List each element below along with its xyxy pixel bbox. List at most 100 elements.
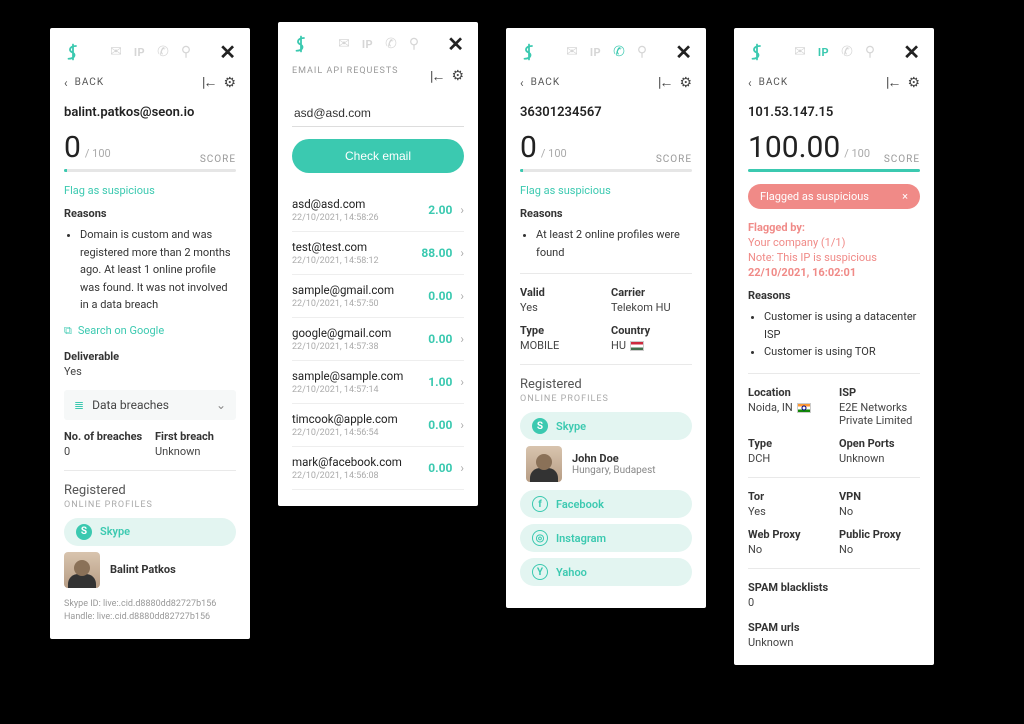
list-item-score: 2.00 [428,203,452,217]
person-name: John Doe [572,452,656,465]
ip-tab[interactable]: IP [818,47,829,58]
reasons-heading: Reasons [520,207,692,220]
list-item-email: sample@sample.com [292,369,403,383]
profile-skype[interactable]: SSkype [64,518,236,546]
location-icon[interactable]: ⚲ [409,37,419,51]
back-button[interactable]: ‹BACK [64,76,104,90]
webproxy-value: No [748,543,829,556]
gear-icon[interactable]: ⚙ [679,75,692,91]
chevron-right-icon: › [460,332,464,346]
profile-skype[interactable]: SSkype [520,412,692,440]
profile-yahoo[interactable]: YYahoo [520,558,692,586]
mail-icon[interactable]: ✉ [566,45,578,59]
profile-facebook[interactable]: fFacebook [520,490,692,518]
gear-icon[interactable]: ⚙ [907,75,920,91]
topbar: ✉ IP ✆ ⚲ ✕ [64,40,236,64]
ip-tab[interactable]: IP [134,47,145,58]
subject-email: balint.patkos@seon.io [64,105,236,120]
chevron-left-icon: ‹ [748,76,753,90]
chevron-down-icon: ⌄ [216,398,226,412]
subject-ip: 101.53.147.15 [748,105,920,120]
reason-item: At least 2 online profiles were found [536,226,692,261]
flag-suspicious-link[interactable]: Flag as suspicious [520,184,692,197]
list-item[interactable]: timcook@apple.com22/10/2021, 14:56:540.0… [292,404,464,447]
yahoo-icon: Y [532,564,548,580]
list-item-score: 0.00 [428,332,452,346]
list-item[interactable]: mark@facebook.com22/10/2021, 14:56:080.0… [292,447,464,490]
list-item[interactable]: sample@sample.com22/10/2021, 14:57:141.0… [292,361,464,404]
collapse-icon[interactable]: |← [886,74,899,91]
list-item[interactable]: test@test.com22/10/2021, 14:58:1288.00› [292,232,464,275]
flag-suspicious-link[interactable]: Flag as suspicious [64,184,236,197]
score-value: 100.00 [748,130,840,165]
list-item-timestamp: 22/10/2021, 14:57:38 [292,342,391,352]
list-item-timestamp: 22/10/2021, 14:57:14 [292,385,403,395]
type-value: MOBILE [520,339,601,352]
skype-icon: S [532,418,548,434]
list-item[interactable]: asd@asd.com22/10/2021, 14:58:262.00› [292,189,464,232]
no-breaches-value: 0 [64,445,145,458]
location-icon[interactable]: ⚲ [865,45,875,59]
search-google-link[interactable]: ⧉Search on Google [64,324,236,338]
ip-tab[interactable]: IP [362,39,373,50]
collapse-icon[interactable]: |← [202,74,215,91]
flagged-details: Flagged by: Your company (1/1) Note: Thi… [748,221,920,279]
phone-icon[interactable]: ✆ [157,45,169,59]
list-item-timestamp: 22/10/2021, 14:58:26 [292,213,379,223]
phone-icon[interactable]: ✆ [385,37,397,51]
phone-icon[interactable]: ✆ [613,45,625,59]
gear-icon[interactable]: ⚙ [223,75,236,91]
close-icon[interactable]: ✕ [219,40,236,64]
list-item-score: 88.00 [421,246,452,260]
mail-icon[interactable]: ✉ [338,37,350,51]
location-icon[interactable]: ⚲ [181,45,191,59]
close-icon[interactable]: ✕ [447,32,464,56]
chevron-left-icon: ‹ [520,76,525,90]
skype-icon: S [76,524,92,540]
gear-icon[interactable]: ⚙ [451,68,464,84]
list-item-score: 0.00 [428,289,452,303]
isp-value: E2E Networks Private Limited [839,401,920,427]
ip-tab[interactable]: IP [590,47,601,58]
spam-urls-label: SPAM urls [748,621,920,634]
carrier-value: Telekom HU [611,301,692,314]
list-item[interactable]: sample@gmail.com22/10/2021, 14:57:500.00… [292,275,464,318]
list-item[interactable]: google@gmail.com22/10/2021, 14:57:380.00… [292,318,464,361]
logo-icon [64,43,82,61]
close-icon[interactable]: ✕ [675,40,692,64]
pubproxy-value: No [839,543,920,556]
back-button[interactable]: ‹BACK [748,76,788,90]
type-value: DCH [748,452,829,465]
list-item-email: timcook@apple.com [292,412,398,426]
location-icon[interactable]: ⚲ [637,45,647,59]
email-input[interactable] [292,100,464,127]
tor-value: Yes [748,505,829,518]
tor-label: Tor [748,490,829,503]
mail-icon[interactable]: ✉ [110,45,122,59]
person-name: Balint Patkos [110,563,176,576]
panel-ip-detail: ✉ IP ✆ ⚲ ✕ ‹BACK |← ⚙ 101.53.147.15 100.0… [734,28,934,665]
back-button[interactable]: ‹BACK [520,76,560,90]
reasons-list: Domain is custom and was registered more… [64,226,236,314]
phone-icon[interactable]: ✆ [841,45,853,59]
data-breaches-toggle[interactable]: ≣Data breaches ⌄ [64,390,236,420]
mail-icon[interactable]: ✉ [794,45,806,59]
list-item-score: 0.00 [428,418,452,432]
facebook-icon: f [532,496,548,512]
registered-heading: Registered [520,377,692,392]
country-label: Country [611,324,692,337]
dismiss-banner-icon[interactable]: × [902,190,908,203]
close-icon[interactable]: ✕ [903,40,920,64]
first-breach-value: Unknown [155,445,236,458]
profile-instagram[interactable]: ◎Instagram [520,524,692,552]
check-email-button[interactable]: Check email [292,139,464,173]
panel-email-api: ✉ IP ✆ ⚲ ✕ EMAIL API REQUESTS |← ⚙ Check… [278,22,478,506]
score-row: 0/ 100 SCORE [64,130,236,165]
collapse-icon[interactable]: |← [430,68,443,85]
spam-urls-value: Unknown [748,636,920,649]
vpn-label: VPN [839,490,920,503]
first-breach-label: First breach [155,430,236,443]
score-bar [748,169,920,172]
chevron-right-icon: › [460,418,464,432]
collapse-icon[interactable]: |← [658,74,671,91]
